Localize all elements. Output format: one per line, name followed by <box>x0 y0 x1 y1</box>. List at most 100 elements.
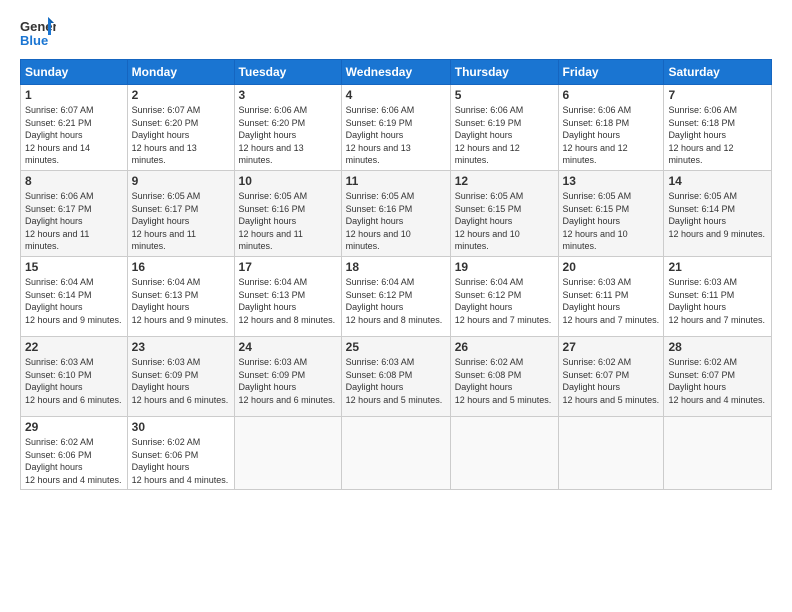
day-number: 30 <box>132 420 230 434</box>
weekday-header-monday: Monday <box>127 60 234 85</box>
calendar-cell: 30 Sunrise: 6:02 AMSunset: 6:06 PMDaylig… <box>127 416 234 489</box>
calendar-cell <box>341 416 450 489</box>
weekday-header-tuesday: Tuesday <box>234 60 341 85</box>
calendar-cell: 28 Sunrise: 6:02 AMSunset: 6:07 PMDaylig… <box>664 336 772 416</box>
header: General Blue <box>20 15 772 51</box>
calendar-cell: 21 Sunrise: 6:03 AMSunset: 6:11 PMDaylig… <box>664 256 772 336</box>
day-number: 9 <box>132 174 230 188</box>
calendar-cell: 20 Sunrise: 6:03 AMSunset: 6:11 PMDaylig… <box>558 256 664 336</box>
day-info: Sunrise: 6:06 AMSunset: 6:19 PMDaylight … <box>346 105 415 165</box>
calendar-week-5: 29 Sunrise: 6:02 AMSunset: 6:06 PMDaylig… <box>21 416 772 489</box>
weekday-header-sunday: Sunday <box>21 60 128 85</box>
day-number: 29 <box>25 420 123 434</box>
calendar-cell: 6 Sunrise: 6:06 AMSunset: 6:18 PMDayligh… <box>558 85 664 171</box>
day-number: 3 <box>239 88 337 102</box>
day-info: Sunrise: 6:02 AMSunset: 6:06 PMDaylight … <box>25 437 122 485</box>
day-info: Sunrise: 6:05 AMSunset: 6:15 PMDaylight … <box>455 191 524 251</box>
calendar-cell: 11 Sunrise: 6:05 AMSunset: 6:16 PMDaylig… <box>341 170 450 256</box>
day-info: Sunrise: 6:07 AMSunset: 6:21 PMDaylight … <box>25 105 94 165</box>
day-number: 11 <box>346 174 446 188</box>
day-number: 18 <box>346 260 446 274</box>
calendar-table: SundayMondayTuesdayWednesdayThursdayFrid… <box>20 59 772 490</box>
calendar-cell <box>558 416 664 489</box>
day-info: Sunrise: 6:04 AMSunset: 6:12 PMDaylight … <box>346 277 443 325</box>
day-number: 7 <box>668 88 767 102</box>
day-info: Sunrise: 6:05 AMSunset: 6:16 PMDaylight … <box>239 191 308 251</box>
calendar-cell: 15 Sunrise: 6:04 AMSunset: 6:14 PMDaylig… <box>21 256 128 336</box>
day-number: 13 <box>563 174 660 188</box>
logo: General Blue <box>20 15 56 51</box>
calendar-cell: 22 Sunrise: 6:03 AMSunset: 6:10 PMDaylig… <box>21 336 128 416</box>
day-number: 25 <box>346 340 446 354</box>
calendar-cell: 4 Sunrise: 6:06 AMSunset: 6:19 PMDayligh… <box>341 85 450 171</box>
calendar-week-3: 15 Sunrise: 6:04 AMSunset: 6:14 PMDaylig… <box>21 256 772 336</box>
day-info: Sunrise: 6:02 AMSunset: 6:08 PMDaylight … <box>455 357 552 405</box>
weekday-header-thursday: Thursday <box>450 60 558 85</box>
day-number: 4 <box>346 88 446 102</box>
day-info: Sunrise: 6:04 AMSunset: 6:13 PMDaylight … <box>132 277 229 325</box>
day-info: Sunrise: 6:05 AMSunset: 6:15 PMDaylight … <box>563 191 632 251</box>
weekday-header-saturday: Saturday <box>664 60 772 85</box>
calendar-cell: 16 Sunrise: 6:04 AMSunset: 6:13 PMDaylig… <box>127 256 234 336</box>
day-info: Sunrise: 6:03 AMSunset: 6:08 PMDaylight … <box>346 357 443 405</box>
page: General Blue SundayMondayTuesdayWednesda… <box>0 0 792 612</box>
calendar-cell: 9 Sunrise: 6:05 AMSunset: 6:17 PMDayligh… <box>127 170 234 256</box>
day-number: 23 <box>132 340 230 354</box>
day-info: Sunrise: 6:03 AMSunset: 6:09 PMDaylight … <box>239 357 336 405</box>
day-number: 24 <box>239 340 337 354</box>
day-number: 22 <box>25 340 123 354</box>
calendar-cell: 23 Sunrise: 6:03 AMSunset: 6:09 PMDaylig… <box>127 336 234 416</box>
calendar-cell: 18 Sunrise: 6:04 AMSunset: 6:12 PMDaylig… <box>341 256 450 336</box>
calendar-week-2: 8 Sunrise: 6:06 AMSunset: 6:17 PMDayligh… <box>21 170 772 256</box>
weekday-header-friday: Friday <box>558 60 664 85</box>
calendar-week-1: 1 Sunrise: 6:07 AMSunset: 6:21 PMDayligh… <box>21 85 772 171</box>
day-info: Sunrise: 6:04 AMSunset: 6:13 PMDaylight … <box>239 277 336 325</box>
day-number: 20 <box>563 260 660 274</box>
day-number: 28 <box>668 340 767 354</box>
day-info: Sunrise: 6:02 AMSunset: 6:07 PMDaylight … <box>563 357 660 405</box>
day-number: 19 <box>455 260 554 274</box>
day-info: Sunrise: 6:06 AMSunset: 6:18 PMDaylight … <box>563 105 632 165</box>
day-info: Sunrise: 6:03 AMSunset: 6:11 PMDaylight … <box>563 277 660 325</box>
weekday-header-wednesday: Wednesday <box>341 60 450 85</box>
day-number: 16 <box>132 260 230 274</box>
calendar-cell: 27 Sunrise: 6:02 AMSunset: 6:07 PMDaylig… <box>558 336 664 416</box>
day-number: 5 <box>455 88 554 102</box>
calendar-week-4: 22 Sunrise: 6:03 AMSunset: 6:10 PMDaylig… <box>21 336 772 416</box>
calendar-cell: 19 Sunrise: 6:04 AMSunset: 6:12 PMDaylig… <box>450 256 558 336</box>
calendar-cell: 5 Sunrise: 6:06 AMSunset: 6:19 PMDayligh… <box>450 85 558 171</box>
day-info: Sunrise: 6:05 AMSunset: 6:14 PMDaylight … <box>668 191 765 239</box>
day-number: 2 <box>132 88 230 102</box>
day-info: Sunrise: 6:04 AMSunset: 6:12 PMDaylight … <box>455 277 552 325</box>
day-info: Sunrise: 6:05 AMSunset: 6:17 PMDaylight … <box>132 191 201 251</box>
svg-text:Blue: Blue <box>20 33 48 48</box>
day-info: Sunrise: 6:02 AMSunset: 6:07 PMDaylight … <box>668 357 765 405</box>
calendar-cell: 10 Sunrise: 6:05 AMSunset: 6:16 PMDaylig… <box>234 170 341 256</box>
day-info: Sunrise: 6:02 AMSunset: 6:06 PMDaylight … <box>132 437 229 485</box>
day-number: 12 <box>455 174 554 188</box>
calendar-cell: 14 Sunrise: 6:05 AMSunset: 6:14 PMDaylig… <box>664 170 772 256</box>
day-number: 27 <box>563 340 660 354</box>
calendar-cell: 2 Sunrise: 6:07 AMSunset: 6:20 PMDayligh… <box>127 85 234 171</box>
day-number: 26 <box>455 340 554 354</box>
calendar-cell: 25 Sunrise: 6:03 AMSunset: 6:08 PMDaylig… <box>341 336 450 416</box>
day-number: 17 <box>239 260 337 274</box>
day-info: Sunrise: 6:06 AMSunset: 6:18 PMDaylight … <box>668 105 737 165</box>
day-info: Sunrise: 6:03 AMSunset: 6:11 PMDaylight … <box>668 277 765 325</box>
day-info: Sunrise: 6:06 AMSunset: 6:19 PMDaylight … <box>455 105 524 165</box>
calendar-cell: 8 Sunrise: 6:06 AMSunset: 6:17 PMDayligh… <box>21 170 128 256</box>
day-number: 6 <box>563 88 660 102</box>
calendar-cell <box>450 416 558 489</box>
day-info: Sunrise: 6:04 AMSunset: 6:14 PMDaylight … <box>25 277 122 325</box>
general-blue-logo: General Blue <box>20 15 56 51</box>
day-info: Sunrise: 6:05 AMSunset: 6:16 PMDaylight … <box>346 191 415 251</box>
day-info: Sunrise: 6:06 AMSunset: 6:20 PMDaylight … <box>239 105 308 165</box>
day-number: 1 <box>25 88 123 102</box>
day-info: Sunrise: 6:03 AMSunset: 6:09 PMDaylight … <box>132 357 229 405</box>
day-info: Sunrise: 6:07 AMSunset: 6:20 PMDaylight … <box>132 105 201 165</box>
calendar-cell: 17 Sunrise: 6:04 AMSunset: 6:13 PMDaylig… <box>234 256 341 336</box>
day-info: Sunrise: 6:06 AMSunset: 6:17 PMDaylight … <box>25 191 94 251</box>
day-number: 14 <box>668 174 767 188</box>
calendar-cell: 29 Sunrise: 6:02 AMSunset: 6:06 PMDaylig… <box>21 416 128 489</box>
calendar-cell: 24 Sunrise: 6:03 AMSunset: 6:09 PMDaylig… <box>234 336 341 416</box>
